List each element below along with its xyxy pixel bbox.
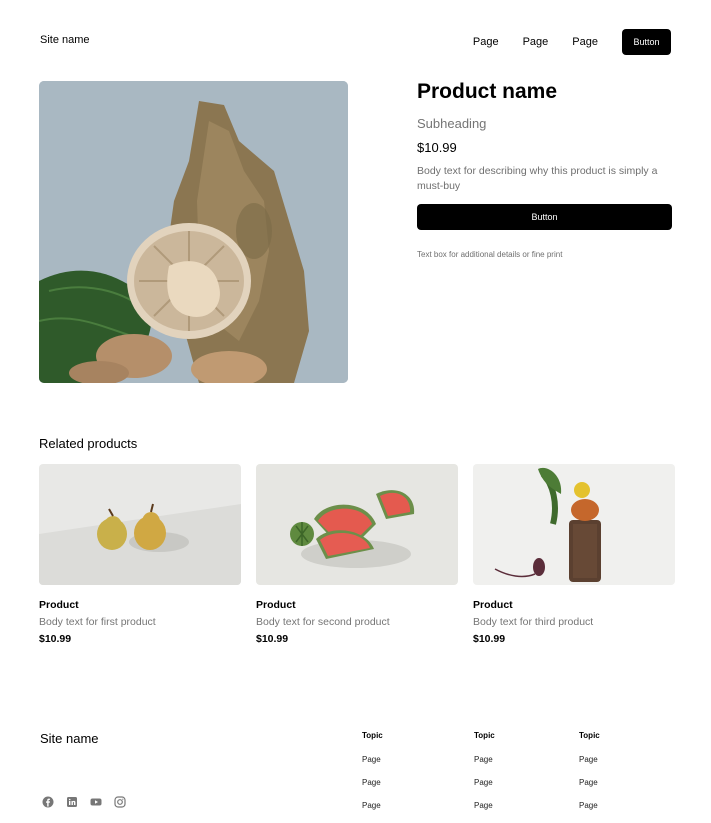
nav-link-3[interactable]: Page <box>572 36 598 48</box>
product-card-image[interactable] <box>256 464 458 585</box>
top-nav: Page Page Page Button <box>473 29 671 55</box>
product-card[interactable]: Product Body text for second product $10… <box>256 464 458 645</box>
product-card[interactable]: Product Body text for third product $10.… <box>473 464 675 645</box>
product-price: $10.99 <box>417 140 457 155</box>
product-card-body: Body text for third product <box>473 616 594 628</box>
footer-link[interactable]: Page <box>474 778 495 787</box>
product-card-title: Product <box>473 599 513 611</box>
product-title: Product name <box>417 80 558 103</box>
footer-link[interactable]: Page <box>474 801 495 810</box>
product-card-price: $10.99 <box>473 633 506 645</box>
footer-link[interactable]: Page <box>579 778 600 787</box>
product-image <box>39 81 348 383</box>
product-card-body: Body text for second product <box>256 616 390 628</box>
footer-site-name[interactable]: Site name <box>40 731 99 746</box>
product-card-price: $10.99 <box>39 633 72 645</box>
product-description: Body text for describing why this produc… <box>417 165 658 192</box>
footer-link[interactable]: Page <box>579 801 600 810</box>
footer-column: Topic Page Page Page <box>362 731 383 810</box>
product-card-price: $10.99 <box>256 633 289 645</box>
buy-button[interactable]: Button <box>417 204 672 230</box>
product-card-image[interactable] <box>473 464 675 585</box>
product-card-image[interactable] <box>39 464 241 585</box>
facebook-icon[interactable] <box>42 796 54 808</box>
site-name[interactable]: Site name <box>40 34 90 46</box>
product-info: Product name Subheading $10.99 Body text… <box>417 80 672 259</box>
product-subheading: Subheading <box>417 116 487 131</box>
nav-link-2[interactable]: Page <box>523 36 549 48</box>
footer-column: Topic Page Page Page <box>579 731 600 810</box>
footer-link[interactable]: Page <box>474 755 495 764</box>
header-button[interactable]: Button <box>622 29 671 55</box>
product-card-title: Product <box>256 599 296 611</box>
footer-link[interactable]: Page <box>362 801 383 810</box>
footer-topic: Topic <box>474 731 495 740</box>
product-card-title: Product <box>39 599 79 611</box>
footer-link[interactable]: Page <box>362 778 383 787</box>
social-links <box>42 796 138 808</box>
footer-link[interactable]: Page <box>362 755 383 764</box>
footer-topic: Topic <box>579 731 600 740</box>
related-products-heading: Related products <box>39 436 138 451</box>
fine-print: Text box for additional details or fine … <box>417 250 563 259</box>
footer-column: Topic Page Page Page <box>474 731 495 810</box>
footer-link[interactable]: Page <box>579 755 600 764</box>
linkedin-icon[interactable] <box>66 796 78 808</box>
footer-topic: Topic <box>362 731 383 740</box>
nav-link-1[interactable]: Page <box>473 36 499 48</box>
youtube-icon[interactable] <box>90 796 102 808</box>
product-card-body: Body text for first product <box>39 616 156 628</box>
product-card[interactable]: Product Body text for first product $10.… <box>39 464 241 645</box>
instagram-icon[interactable] <box>114 796 126 808</box>
